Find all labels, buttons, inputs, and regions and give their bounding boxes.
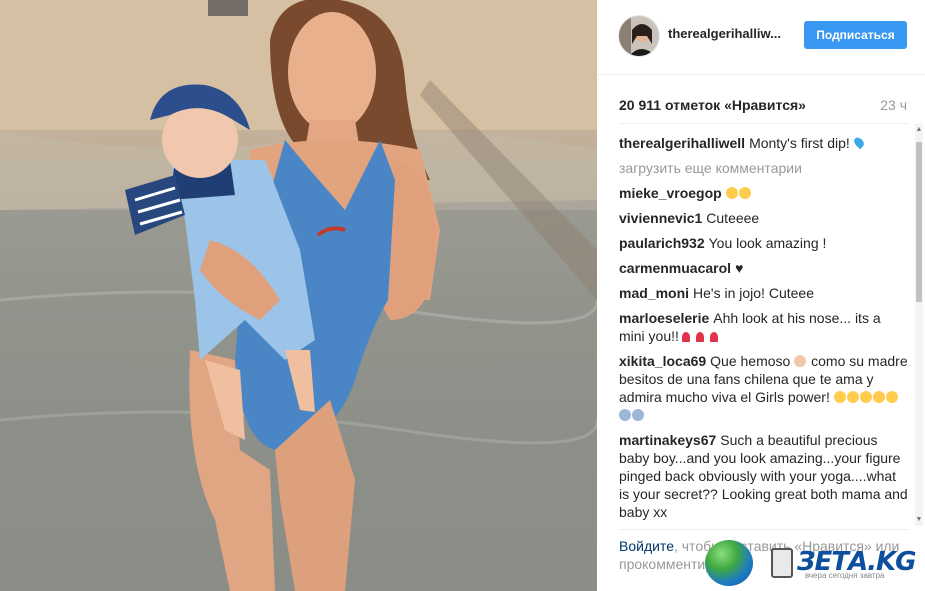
heart-eyes-emoji-icon	[725, 187, 738, 199]
comment-text: Cuteeee	[706, 210, 760, 226]
comment-item: mieke_vroegop	[619, 184, 909, 202]
comment-username[interactable]: paularich932	[619, 235, 705, 251]
comment-text: You look amazing !	[708, 235, 827, 251]
scroll-down-arrow-icon[interactable]: ▼	[915, 516, 923, 524]
load-more-comments[interactable]: загрузить еще комментарии	[619, 159, 909, 177]
post-photo[interactable]	[0, 0, 597, 591]
tulip-emoji-icon	[695, 332, 704, 342]
post-username[interactable]: therealgerihalliw...	[668, 26, 788, 41]
comment-username[interactable]: mad_moni	[619, 285, 689, 301]
post-time[interactable]: 23 ч	[880, 97, 907, 113]
comment-username[interactable]: viviennevic1	[619, 210, 702, 226]
divider	[619, 529, 909, 530]
comment-item: viviennevic1 Cuteeee	[619, 209, 909, 227]
comment-username[interactable]: marloeselerie	[619, 310, 709, 326]
hourglass-logo-icon	[771, 548, 793, 578]
kiss-emoji-icon	[859, 391, 872, 403]
comment-username[interactable]: carmenmuacarol	[619, 260, 731, 276]
comment-item: martinakeys67 Such a beautiful precious b…	[619, 431, 909, 521]
comment-text: Que hemoso	[710, 353, 791, 369]
caption: therealgerihalliwell Monty's first dip!	[619, 134, 909, 152]
profile-avatar[interactable]	[618, 15, 660, 57]
comment-text: He's in jojo! Cuteee	[693, 285, 814, 301]
post-header: therealgerihalliw... Подписаться	[597, 0, 925, 75]
comment-username[interactable]: martinakeys67	[619, 432, 716, 448]
comment-username[interactable]: mieke_vroegop	[619, 185, 722, 201]
comment-item: marloeselerie Ahh look at his nose... its…	[619, 309, 909, 345]
scroll-up-arrow-icon[interactable]: ▲	[915, 126, 923, 134]
comments-list: therealgerihalliwell Monty's first dip! з…	[619, 134, 909, 524]
comment-item: xikita_loca69 Que hemoso como su madre be…	[619, 352, 909, 424]
watermark-tagline: вчера сегодня завтра	[805, 571, 885, 580]
comment-item: carmenmuacarol ♥	[619, 259, 909, 277]
scrollbar-thumb[interactable]	[916, 142, 922, 302]
divider	[619, 123, 909, 124]
login-link[interactable]: Войдите	[619, 538, 674, 554]
heart-eyes-emoji-icon	[846, 391, 859, 403]
praying-hands-emoji-icon	[632, 409, 644, 421]
laughing-emoji-icon	[833, 391, 846, 403]
comment-text: ♥	[735, 260, 744, 276]
beach-photo-illustration	[0, 0, 597, 591]
comment-username[interactable]: therealgerihalliwell	[619, 135, 745, 151]
comment-username[interactable]: xikita_loca69	[619, 353, 706, 369]
comment-text: Monty's first dip!	[749, 135, 850, 151]
comment-item: paularich932 You look amazing !	[619, 234, 909, 252]
praying-hands-emoji-icon	[619, 409, 631, 421]
tulip-emoji-icon	[709, 332, 718, 342]
kiss-emoji-icon	[872, 391, 885, 403]
comment-item: mad_moni He's in jojo! Cuteee	[619, 284, 909, 302]
globe-logo-icon	[705, 540, 753, 586]
tulip-emoji-icon	[681, 332, 690, 342]
water-drop-icon	[852, 135, 866, 150]
likes-count[interactable]: 20 911 отметок «Нравится»	[619, 97, 806, 113]
follow-button[interactable]: Подписаться	[804, 21, 907, 49]
site-watermark: ЗЕТА.KG вчера сегодня завтра	[705, 538, 925, 588]
heart-eyes-emoji-icon	[738, 187, 751, 199]
kiss-emoji-icon	[885, 391, 898, 403]
comments-scrollbar[interactable]: ▲ ▼	[915, 124, 923, 526]
avatar-image	[619, 16, 659, 56]
baby-emoji-icon	[794, 355, 807, 367]
post-side-panel: therealgerihalliw... Подписаться 20 911 …	[597, 0, 925, 591]
